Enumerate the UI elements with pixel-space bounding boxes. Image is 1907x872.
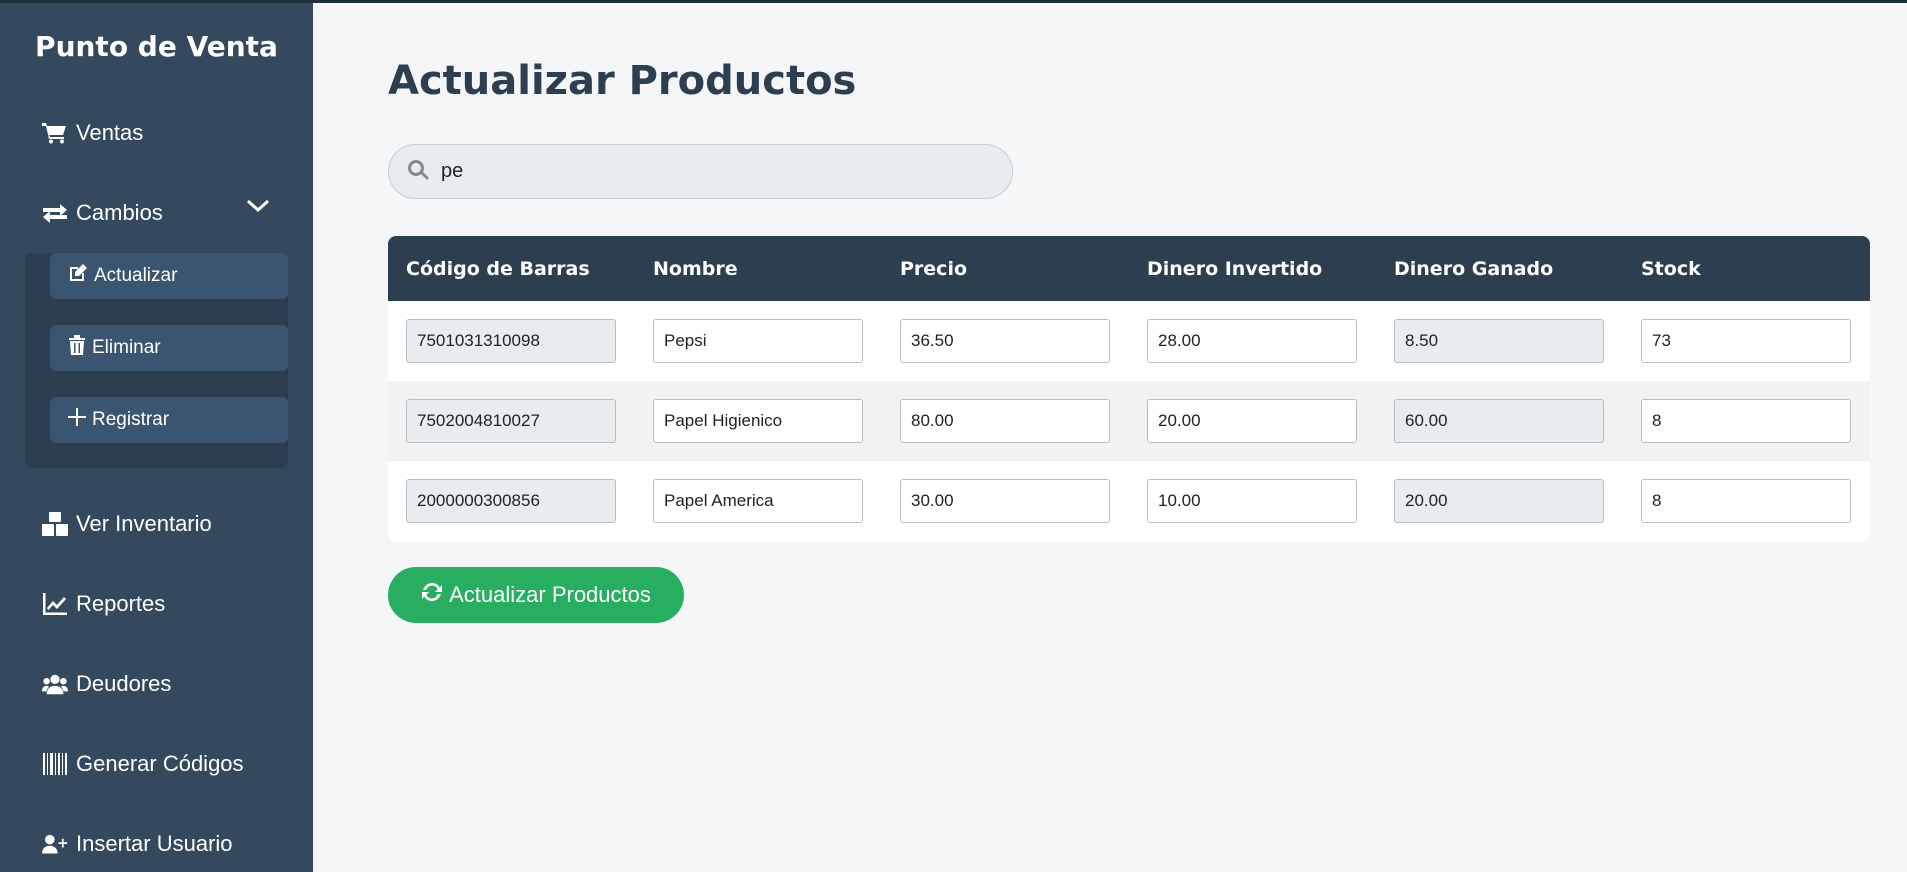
sidebar-item-cambios[interactable]: Cambios [42,200,163,226]
sidebar-item-reportes[interactable]: Reportes [42,591,165,617]
barcode-icon [42,752,68,776]
sidebar-item-label: Generar Códigos [76,751,244,776]
exchange-icon [42,201,68,225]
update-products-label: Actualizar Productos [449,582,651,607]
sidebar-item-label: Ver Inventario [76,511,212,536]
column-header: Código de Barras [406,257,590,280]
boxes-icon [42,512,68,536]
sidebar-item-insertar-usuario[interactable]: Insertar Usuario [42,831,233,857]
submenu-item-label: Registrar [92,409,170,430]
earned-field [1394,479,1604,523]
table-row [388,381,1870,461]
page-title: Actualizar Productos [388,58,857,104]
edit-icon [68,263,88,289]
name-field[interactable] [653,399,863,443]
top-border [0,0,1907,3]
sidebar-item-label: Cambios [76,200,163,225]
name-field[interactable] [653,319,863,363]
column-header: Dinero Invertido [1147,257,1323,280]
column-header: Stock [1641,257,1701,280]
users-icon [42,672,68,696]
stock-field[interactable] [1641,319,1851,363]
sidebar-item-label: Reportes [76,591,166,616]
sidebar: Punto de Venta Ventas Cambios Actualizar… [0,0,313,872]
sidebar-item-label: Deudores [76,671,172,696]
name-field[interactable] [653,479,863,523]
invested-field[interactable] [1147,479,1357,523]
trash-icon [68,335,86,361]
cart-icon [42,121,68,145]
sidebar-item-deudores[interactable]: Deudores [42,671,171,697]
chart-line-icon [42,592,68,616]
chevron-down-icon[interactable] [246,198,272,220]
barcode-field [406,399,616,443]
refresh-icon [421,581,443,609]
column-header: Precio [900,257,968,280]
table-row [388,301,1870,381]
submenu-item-registrar[interactable]: Registrar [50,397,288,443]
barcode-field [406,479,616,523]
column-header: Nombre [653,257,738,280]
products-table: Código de Barras Nombre Precio Dinero In… [388,236,1870,542]
table-row [388,461,1870,541]
invested-field[interactable] [1147,399,1357,443]
barcode-field [406,319,616,363]
search-input[interactable] [441,160,981,183]
search-bar [388,144,1013,199]
stock-field[interactable] [1641,399,1851,443]
sidebar-item-ventas[interactable]: Ventas [42,120,143,146]
plus-icon [68,408,86,432]
brand-title: Punto de Venta [35,30,278,63]
submenu-item-label: Actualizar [94,265,178,286]
submenu-item-actualizar[interactable]: Actualizar [50,253,288,299]
submenu-item-label: Eliminar [92,337,161,358]
sidebar-item-generar-codigos[interactable]: Generar Códigos [42,751,244,777]
update-products-button[interactable]: Actualizar Productos [388,567,684,623]
search-icon [407,159,429,185]
earned-field [1394,399,1604,443]
price-field[interactable] [900,479,1110,523]
earned-field [1394,319,1604,363]
table-header: Código de Barras Nombre Precio Dinero In… [388,236,1870,301]
submenu-item-eliminar[interactable]: Eliminar [50,325,288,371]
sidebar-item-ver-inventario[interactable]: Ver Inventario [42,511,212,537]
sidebar-item-label: Ventas [76,120,144,145]
price-field[interactable] [900,399,1110,443]
stock-field[interactable] [1641,479,1851,523]
sidebar-item-label: Insertar Usuario [76,831,233,856]
user-plus-icon [42,832,68,856]
price-field[interactable] [900,319,1110,363]
column-header: Dinero Ganado [1394,257,1554,280]
invested-field[interactable] [1147,319,1357,363]
